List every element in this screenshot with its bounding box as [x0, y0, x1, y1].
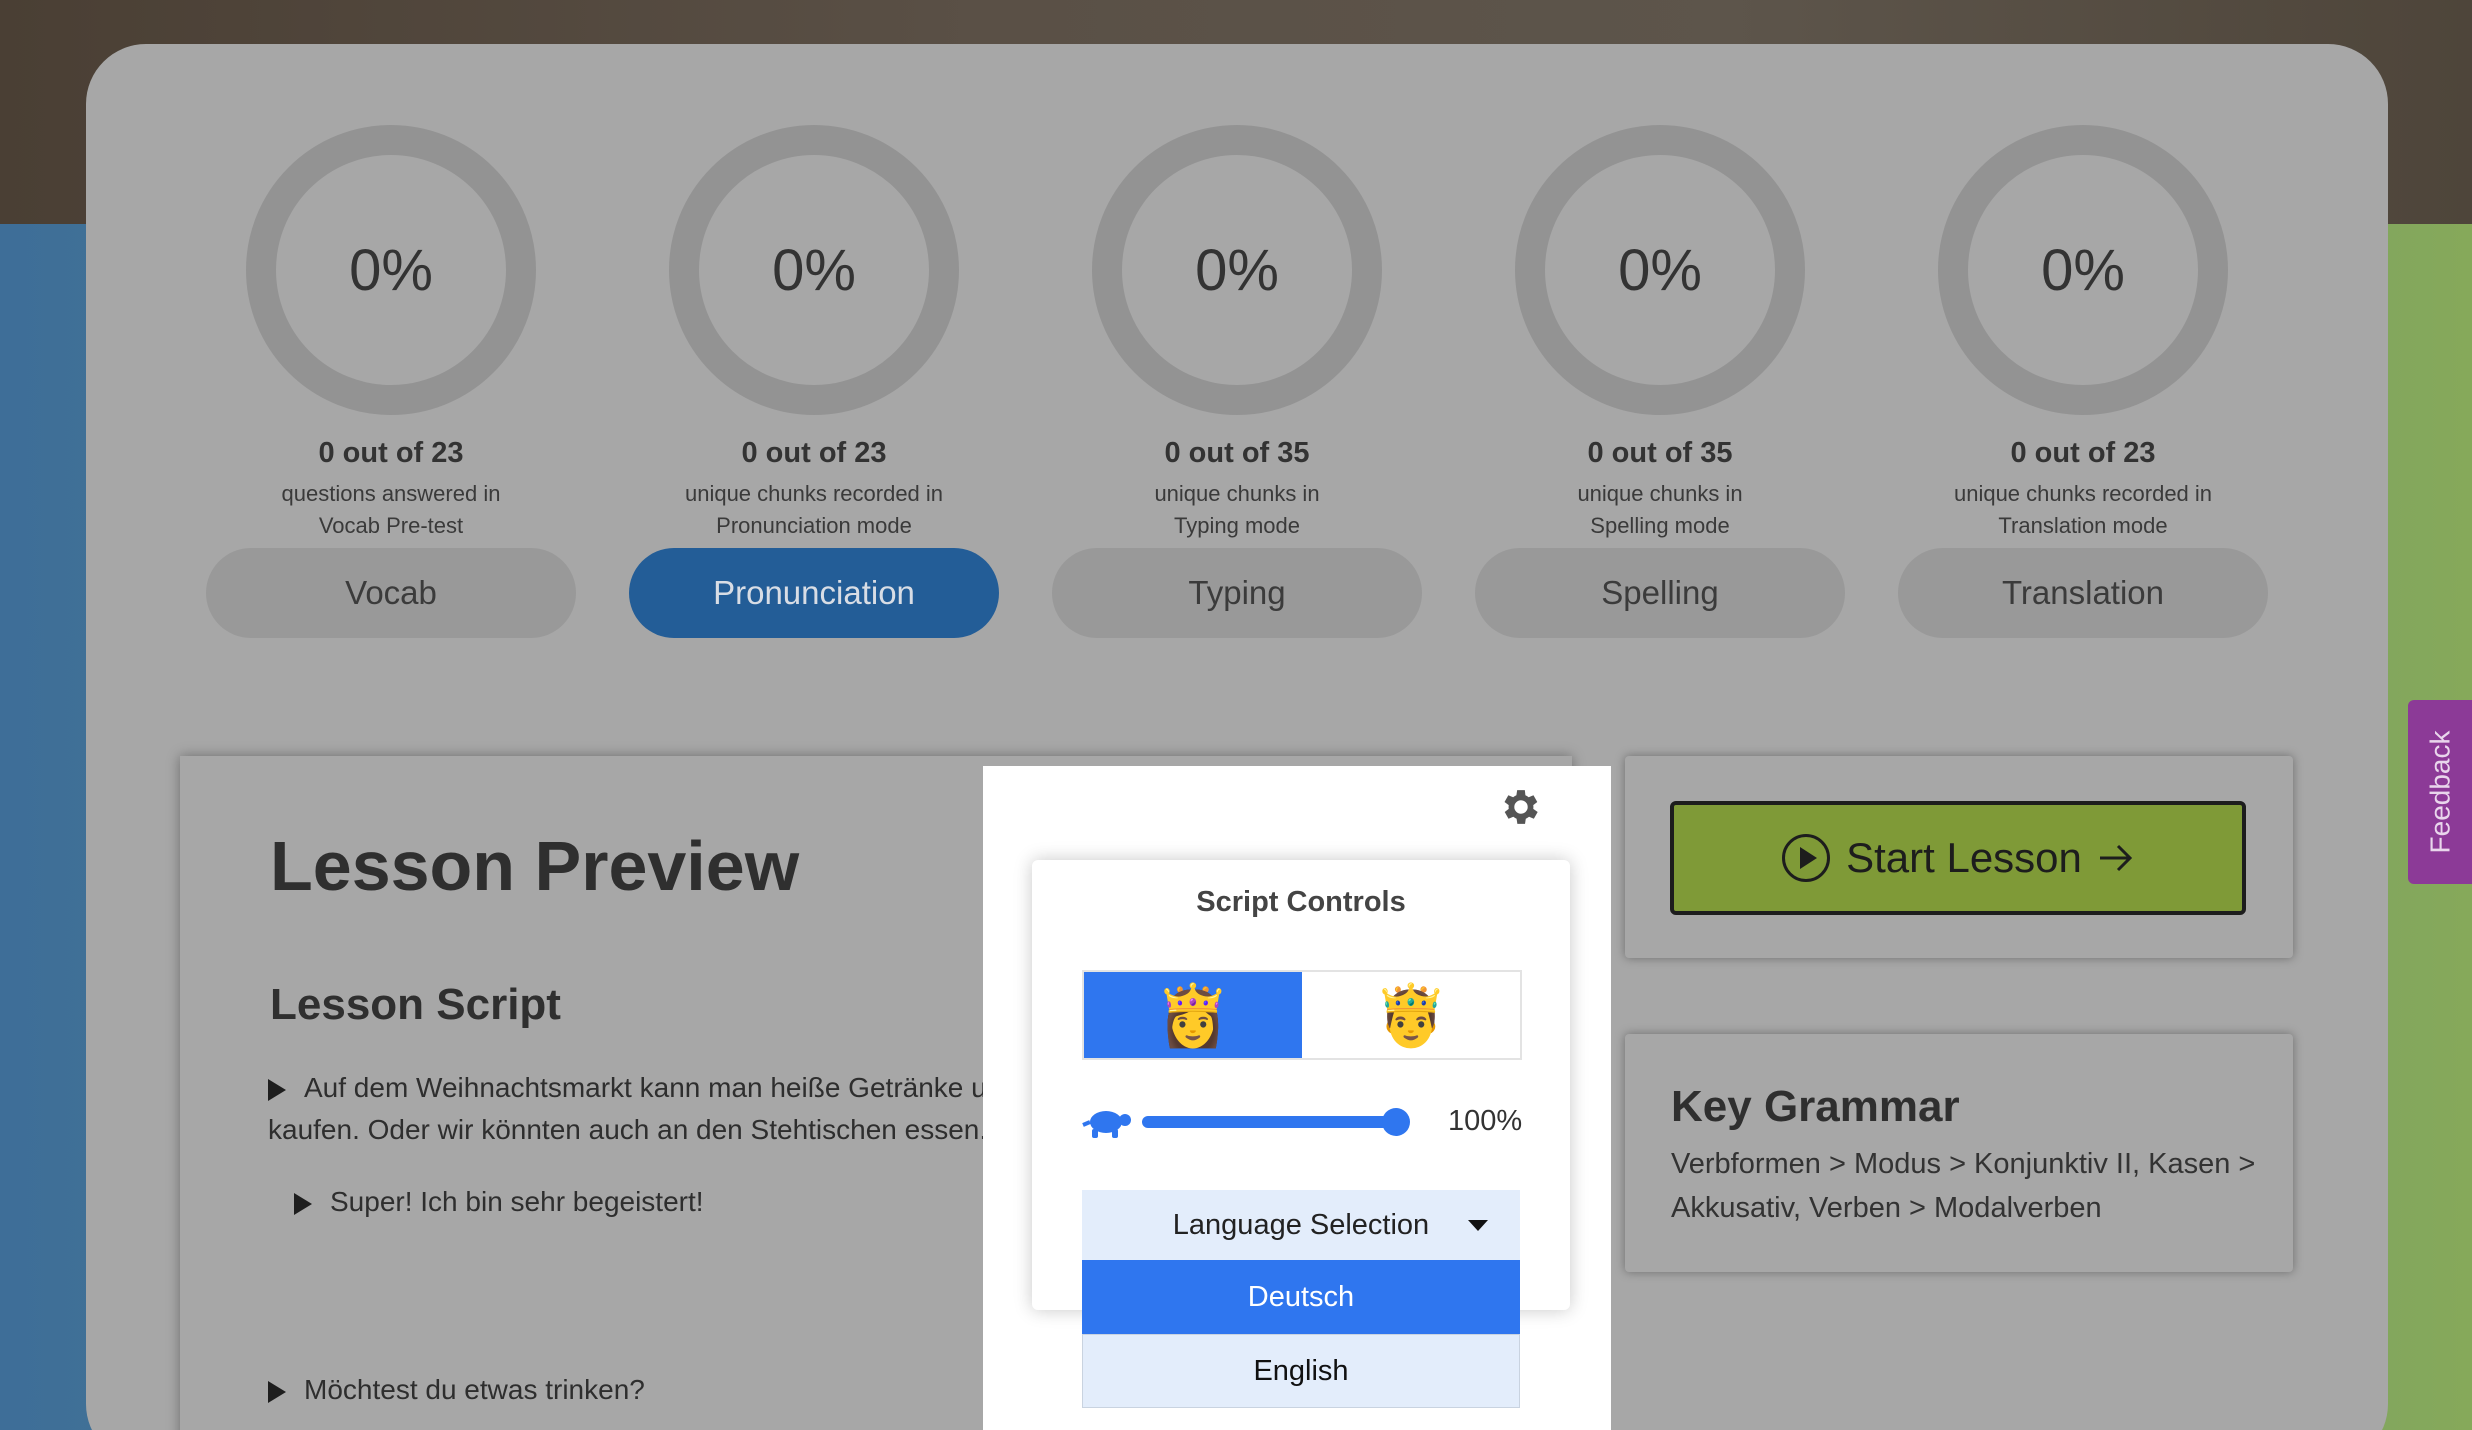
progress-ring: 0%: [1092, 125, 1382, 415]
voice-toggle: 👸 🤴: [1082, 970, 1522, 1060]
arrow-right-icon: [2099, 844, 2133, 872]
progress-mode: Translation mode: [1998, 513, 2168, 538]
voice-female-button[interactable]: 👸: [1084, 972, 1302, 1058]
script-line[interactable]: Auf dem Weihnachtsmarkt kann man heiße G…: [268, 1066, 1018, 1109]
caret-down-icon: [1468, 1220, 1488, 1231]
speed-control: 100%: [1082, 1100, 1542, 1144]
gear-icon[interactable]: [1498, 784, 1544, 830]
play-triangle-icon[interactable]: [268, 1078, 286, 1101]
key-grammar-panel: Key Grammar Verbformen > Modus > Konjunk…: [1625, 1034, 2293, 1272]
progress-percent: 0%: [2041, 237, 2125, 303]
start-lesson-button[interactable]: Start Lesson: [1670, 801, 2246, 915]
progress-ring: 0%: [246, 125, 536, 415]
progress-mode: Spelling mode: [1590, 513, 1730, 538]
speed-slider-thumb[interactable]: [1382, 1108, 1410, 1136]
progress-count: 0 out of 23: [2010, 437, 2156, 469]
progress-ring: 0%: [1515, 125, 1805, 415]
language-option-deutsch[interactable]: Deutsch: [1082, 1260, 1520, 1334]
key-grammar-title: Key Grammar: [1671, 1082, 1960, 1131]
mode-vocab-button[interactable]: Vocab: [206, 548, 576, 638]
key-grammar-text: Verbformen > Modus > Konjunktiv II, Kase…: [1671, 1148, 2256, 1224]
stat-spelling: 0% 0 out of 35 unique chunks in Spelling…: [1470, 125, 1850, 542]
feedback-label: Feedback: [2424, 730, 2455, 854]
progress-mode: Pronunciation mode: [716, 513, 912, 538]
progress-count: 0 out of 23: [741, 437, 887, 469]
script-line[interactable]: Super! Ich bin sehr begeistert!: [294, 1180, 704, 1223]
progress-ring: 0%: [1938, 125, 2228, 415]
feedback-tab[interactable]: Feedback: [2408, 700, 2472, 884]
progress-desc: questions answered in: [281, 481, 501, 506]
page-title: Lesson Preview: [270, 827, 800, 905]
progress-percent: 0%: [1618, 237, 1702, 303]
progress-desc: unique chunks in: [1154, 481, 1320, 506]
language-select-label: Language Selection: [1172, 1208, 1430, 1241]
script-line-continued: kaufen. Oder wir könnten auch an den Ste…: [268, 1114, 988, 1145]
stat-typing: 0% 0 out of 35 unique chunks in Typing m…: [1047, 125, 1427, 542]
progress-mode: Vocab Pre-test: [318, 513, 464, 538]
language-select[interactable]: Language Selection: [1082, 1190, 1520, 1260]
progress-percent: 0%: [1195, 237, 1279, 303]
turtle-icon: [1082, 1111, 1131, 1138]
stat-translation: 0% 0 out of 23 unique chunks recorded in…: [1893, 125, 2273, 542]
mode-translation-button[interactable]: Translation: [1898, 548, 2268, 638]
progress-desc: unique chunks recorded in: [1953, 481, 2213, 506]
mode-typing-button[interactable]: Typing: [1052, 548, 1422, 638]
speed-value: 100%: [1448, 1105, 1523, 1137]
progress-count: 0 out of 23: [318, 437, 464, 469]
play-circle-icon: [1782, 834, 1831, 882]
mode-spelling-button[interactable]: Spelling: [1475, 548, 1845, 638]
progress-desc: unique chunks in: [1577, 481, 1743, 506]
script-heading: Lesson Script: [270, 980, 561, 1029]
play-triangle-icon[interactable]: [294, 1192, 312, 1215]
start-lesson-panel: Start Lesson: [1625, 756, 2293, 958]
language-option-english[interactable]: English: [1082, 1334, 1520, 1408]
progress-percent: 0%: [349, 237, 433, 303]
progress-count: 0 out of 35: [1164, 437, 1310, 469]
mode-pronunciation-button[interactable]: Pronunciation: [629, 548, 999, 638]
progress-count: 0 out of 35: [1587, 437, 1733, 469]
start-lesson-label: Start Lesson: [1846, 834, 2082, 881]
progress-ring: 0%: [669, 125, 959, 415]
progress-percent: 0%: [772, 237, 856, 303]
voice-male-button[interactable]: 🤴: [1302, 972, 1520, 1058]
play-triangle-icon[interactable]: [268, 1380, 286, 1403]
progress-mode: Typing mode: [1174, 513, 1300, 538]
speed-slider-track[interactable]: [1142, 1116, 1394, 1128]
script-controls-title: Script Controls: [1196, 886, 1406, 918]
stat-vocab: 0% 0 out of 23 questions answered in Voc…: [201, 125, 581, 542]
stat-pronunciation: 0% 0 out of 23 unique chunks recorded in…: [624, 125, 1004, 542]
script-line[interactable]: Möchtest du etwas trinken?: [268, 1368, 645, 1411]
progress-desc: unique chunks recorded in: [684, 481, 944, 506]
